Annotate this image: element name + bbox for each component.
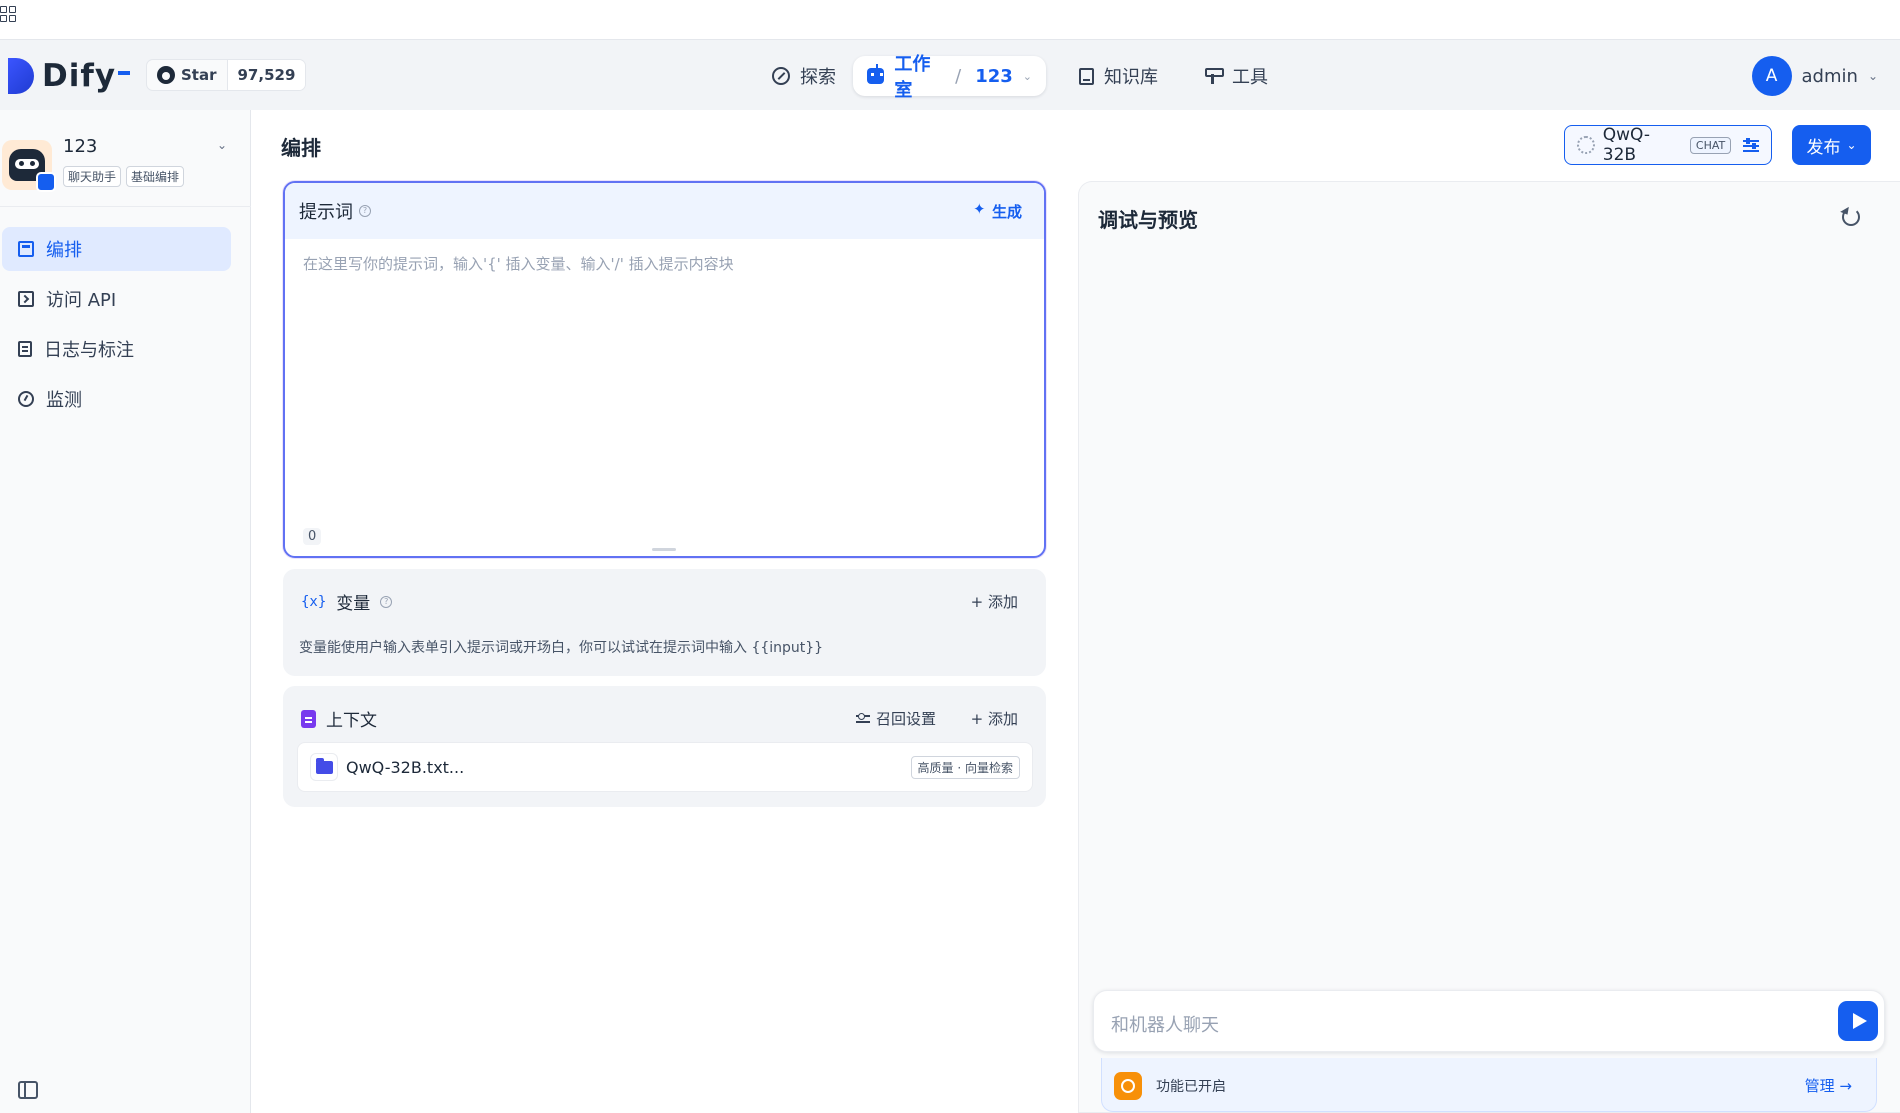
app-name: 123 — [63, 136, 98, 157]
app-tag: 聊天助手 — [63, 166, 122, 187]
recall-settings-label: 召回设置 — [875, 710, 936, 728]
main-nav: 探索 工作室 / 123 ⌄ 知识库 工具 — [0, 54, 1900, 101]
main-content: 编排 QwQ-32B CHAT 发布 ⌄ 提示词 ? 生成 在这里写你的提示词，… — [251, 110, 1900, 1113]
publish-label: 发布 — [1806, 137, 1841, 158]
robot-icon — [867, 64, 885, 84]
send-icon — [1853, 1013, 1867, 1029]
sidebar-item-label: 监测 — [46, 390, 82, 411]
app-tag: 基础编排 — [126, 166, 185, 187]
file-list-icon — [18, 341, 32, 357]
variables-card: {x} 变量 ? + 添加 变量能使用户输入表单引入提示词或开场白，你可以试试在… — [283, 569, 1046, 676]
terminal-icon — [18, 291, 34, 307]
sidebar-divider — [0, 206, 251, 207]
nav-studio-app[interactable]: 123 — [975, 66, 1013, 87]
sidebar-item-monitor[interactable]: 监测 — [2, 377, 231, 421]
sidebar-item-label: 访问 API — [46, 290, 117, 311]
recall-settings-button[interactable]: 召回设置 — [855, 708, 936, 729]
model-mode-badge: CHAT — [1689, 136, 1732, 154]
sidebar-item-logs[interactable]: 日志与标注 — [2, 327, 231, 371]
nav-tools-label: 工具 — [1232, 67, 1268, 88]
variables-description: 变量能使用户输入表单引入提示词或开场白，你可以试试在提示词中输入 {{input… — [299, 640, 824, 656]
chat-input[interactable]: 和机器人聊天 — [1093, 990, 1885, 1052]
debug-title: 调试与预览 — [1098, 208, 1198, 232]
chat-assistant-badge-icon — [36, 172, 56, 192]
dataset-name: QwQ-32B.txt... — [346, 757, 465, 777]
browser-bar — [0, 0, 1900, 40]
generate-label: 生成 — [991, 202, 1022, 221]
sidebar-item-label: 编排 — [46, 240, 82, 261]
grid-icon[interactable] — [0, 6, 16, 22]
context-card: 上下文 召回设置 + 添加 QwQ-32B.txt... 高质量 · 向量检索 — [283, 686, 1046, 807]
chat-input-placeholder: 和机器人聊天 — [1111, 1015, 1219, 1036]
sparkle-icon — [973, 200, 987, 218]
chevron-down-icon: ⌄ — [1846, 138, 1857, 152]
document-icon — [301, 709, 316, 728]
folder-icon — [310, 753, 338, 781]
user-name: admin — [1801, 65, 1858, 87]
gauge-icon — [18, 391, 34, 407]
hammer-icon — [1204, 67, 1224, 85]
sidebar: 123 聊天助手 基础编排 ⌄ 编排 访问 API 日志与标注 监测 — [0, 110, 251, 1113]
help-icon[interactable]: ? — [380, 595, 393, 608]
manage-features-link[interactable]: 管理 → — [1805, 1075, 1852, 1096]
model-selector-button[interactable]: QwQ-32B CHAT — [1564, 125, 1772, 165]
nav-knowledge[interactable]: 知识库 — [1079, 56, 1158, 96]
chevron-down-icon[interactable]: ⌄ — [1023, 70, 1032, 83]
feature-icon — [1114, 1072, 1142, 1100]
nav-knowledge-label: 知识库 — [1104, 67, 1158, 88]
help-icon[interactable]: ? — [359, 205, 371, 217]
avatar: A — [1751, 56, 1792, 96]
sidebar-menu: 编排 访问 API 日志与标注 监测 — [2, 227, 231, 427]
prompt-header: 提示词 ? 生成 — [285, 183, 1044, 239]
app-tags: 聊天助手 基础编排 — [63, 166, 185, 187]
context-title-label: 上下文 — [326, 711, 377, 731]
send-button[interactable] — [1838, 1001, 1878, 1041]
context-title: 上下文 — [301, 706, 377, 731]
dataset-item[interactable]: QwQ-32B.txt... 高质量 · 向量检索 — [297, 742, 1033, 792]
model-provider-icon — [1577, 136, 1595, 154]
app-info[interactable]: 123 聊天助手 基础编排 ⌄ — [0, 130, 251, 196]
refresh-icon[interactable] — [1842, 208, 1860, 226]
sidebar-item-api[interactable]: 访问 API — [2, 277, 231, 321]
sidebar-collapse-icon[interactable] — [18, 1081, 38, 1099]
feature-status-text: 功能已开启 — [1156, 1079, 1226, 1095]
compass-icon — [772, 67, 790, 85]
char-count: 0 — [303, 528, 322, 545]
debug-preview-panel: 调试与预览 和机器人聊天 功能已开启 管理 → — [1078, 181, 1900, 1113]
prompt-textarea[interactable]: 在这里写你的提示词，输入'{' 插入变量、输入'/' 插入提示内容块 — [303, 253, 734, 274]
nav-studio[interactable]: 工作室 / 123 ⌄ — [853, 54, 1046, 101]
nav-separator: / — [955, 65, 962, 87]
nav-studio-label: 工作室 — [894, 54, 931, 101]
prompt-title-label: 提示词 — [299, 202, 353, 223]
variables-title: {x} 变量 ? — [301, 589, 393, 614]
page-title: 编排 — [281, 136, 321, 160]
nav-explore-label: 探索 — [800, 67, 836, 88]
book-icon — [1079, 67, 1094, 85]
variables-title-label: 变量 — [336, 594, 371, 614]
variable-icon: {x} — [301, 593, 327, 610]
publish-button[interactable]: 发布 ⌄ — [1792, 125, 1871, 165]
layout-icon — [18, 241, 34, 257]
nav-tools[interactable]: 工具 — [1204, 56, 1268, 96]
sliders-icon — [1743, 138, 1759, 152]
sidebar-item-orchestrate[interactable]: 编排 — [2, 227, 231, 271]
user-menu[interactable]: A admin ⌄ — [1751, 56, 1878, 96]
sidebar-item-label: 日志与标注 — [44, 340, 134, 361]
feature-bar: 功能已开启 管理 → — [1101, 1058, 1877, 1112]
settings-sliders-icon — [855, 712, 870, 725]
model-name: QwQ-32B — [1602, 125, 1651, 165]
prompt-title: 提示词 ? — [299, 198, 371, 224]
chevron-down-icon[interactable]: ⌄ — [217, 138, 227, 152]
nav-explore[interactable]: 探索 — [772, 56, 836, 96]
generate-button[interactable]: 生成 — [973, 200, 1022, 222]
prompt-card: 提示词 ? 生成 在这里写你的提示词，输入'{' 插入变量、输入'/' 插入提示… — [283, 181, 1046, 558]
dataset-index-badge: 高质量 · 向量检索 — [910, 756, 1020, 779]
resize-handle[interactable] — [652, 548, 676, 551]
chevron-down-icon: ⌄ — [1867, 69, 1878, 83]
add-context-button[interactable]: + 添加 — [971, 708, 1018, 729]
top-header: Dify Star 97,529 探索 工作室 / 123 ⌄ 知识库 工具 A… — [0, 40, 1900, 110]
add-variable-button[interactable]: + 添加 — [971, 591, 1018, 612]
